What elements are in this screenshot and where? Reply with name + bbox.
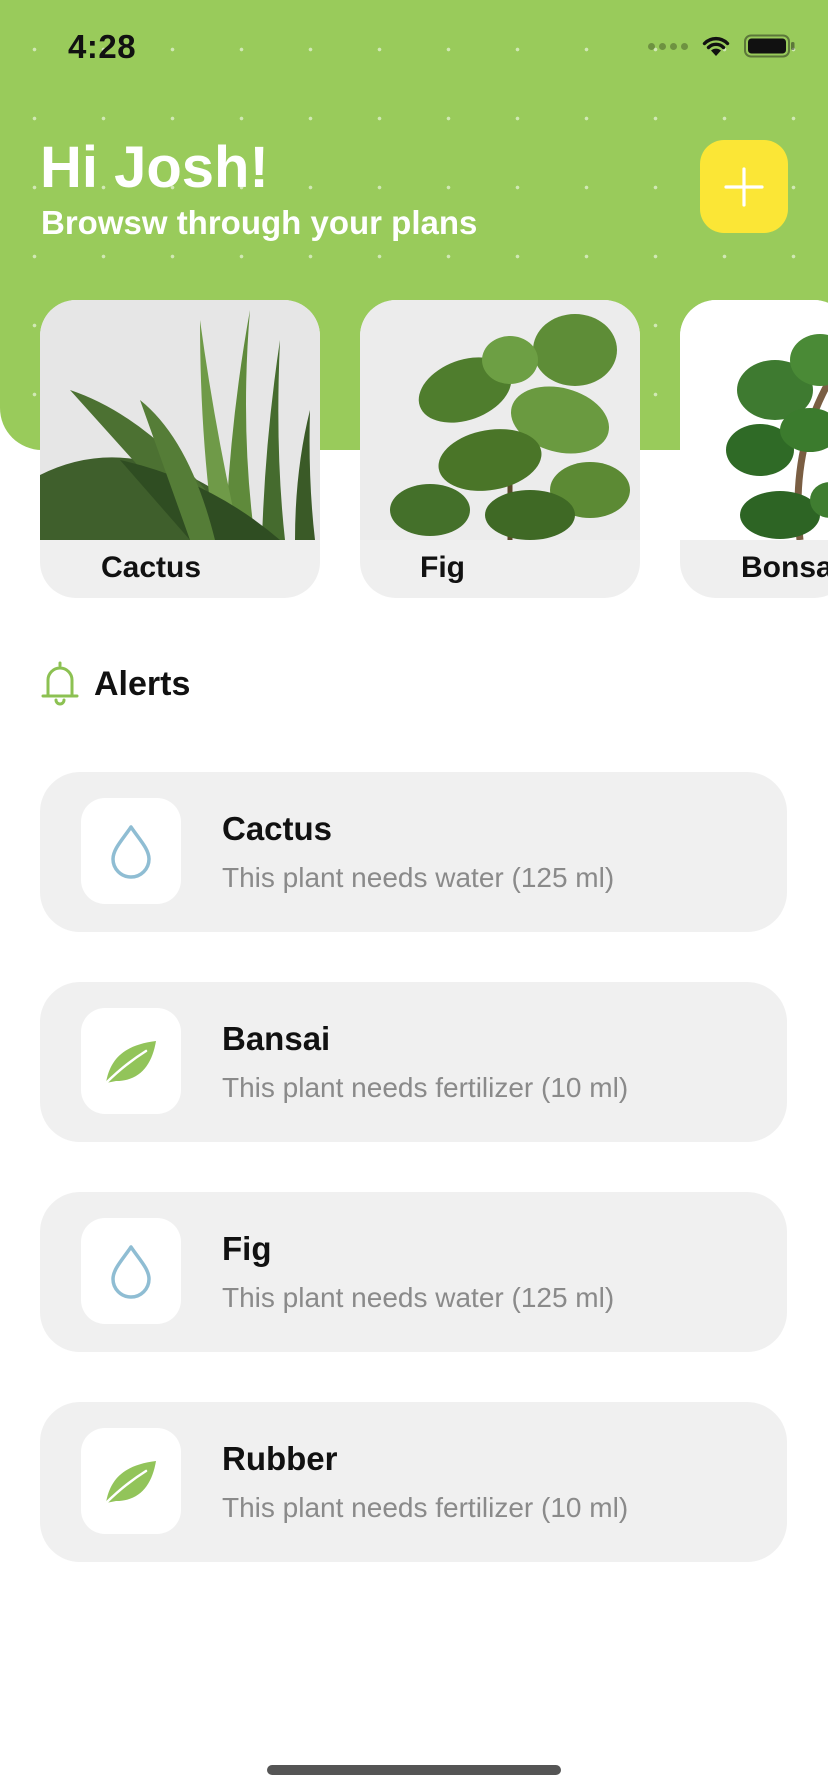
alert-item[interactable]: Fig This plant needs water (125 ml) — [40, 1192, 787, 1352]
bell-icon — [41, 661, 79, 706]
plant-card-bonsai[interactable]: Bonsa — [680, 300, 828, 598]
alert-item[interactable]: Cactus This plant needs water (125 ml) — [40, 772, 787, 932]
bonsai-photo — [680, 300, 828, 540]
add-plant-button[interactable] — [700, 140, 788, 233]
alerts-title: Alerts — [94, 664, 191, 703]
aloe-photo — [40, 300, 320, 540]
alert-icon-container — [81, 798, 181, 904]
wifi-icon — [702, 36, 730, 56]
alert-message: This plant needs water (125 ml) — [222, 1282, 615, 1313]
alert-message: This plant needs fertilizer (10 ml) — [222, 1072, 629, 1103]
status-time: 4:28 — [68, 28, 137, 65]
alert-icon-container — [81, 1428, 181, 1534]
water-drop-icon — [111, 1245, 151, 1299]
plant-card-label: Bonsa — [741, 551, 828, 584]
fig-photo — [360, 300, 640, 540]
alert-plant-name: Fig — [222, 1230, 272, 1267]
alert-icon-container — [81, 1008, 181, 1114]
alert-item[interactable]: Bansai This plant needs fertilizer (10 m… — [40, 982, 787, 1142]
plant-card-label: Fig — [420, 551, 465, 584]
plant-card-cactus[interactable]: Cactus — [40, 300, 320, 598]
plant-card-label: Cactus — [101, 551, 202, 584]
plant-card-fig[interactable]: Fig — [360, 300, 640, 598]
alert-message: This plant needs fertilizer (10 ml) — [222, 1492, 629, 1523]
home-indicator[interactable] — [267, 1765, 561, 1775]
leaf-icon — [104, 1041, 156, 1085]
status-icons — [648, 34, 796, 58]
alert-plant-name: Bansai — [222, 1020, 331, 1057]
greeting-subtitle: Browsw through your plans — [41, 204, 478, 241]
plus-icon — [724, 166, 764, 207]
alert-item[interactable]: Rubber This plant needs fertilizer (10 m… — [40, 1402, 787, 1562]
status-bar: 4:28 — [0, 0, 828, 100]
alert-plant-name: Rubber — [222, 1440, 338, 1477]
alert-icon-container — [81, 1218, 181, 1324]
battery-icon — [744, 34, 795, 58]
alert-message: This plant needs water (125 ml) — [222, 862, 615, 893]
alert-plant-name: Cactus — [222, 810, 333, 847]
water-drop-icon — [111, 825, 151, 879]
leaf-icon — [104, 1461, 156, 1505]
alerts-heading: Alerts — [40, 660, 190, 708]
cellular-signal-icon — [648, 42, 688, 50]
greeting-title: Hi Josh! — [40, 135, 269, 200]
